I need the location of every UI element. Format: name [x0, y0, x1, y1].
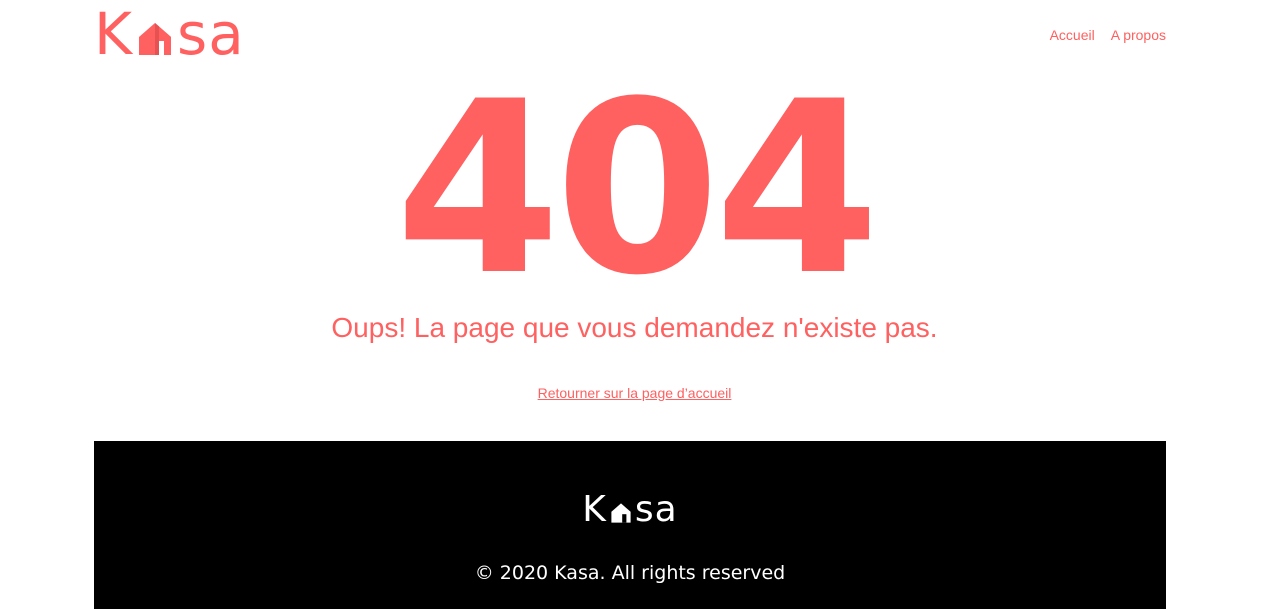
house-icon	[135, 19, 175, 59]
error-message: Oups! La page que vous demandez n'existe…	[331, 312, 938, 343]
kasa-logo[interactable]: K sa	[94, 4, 245, 64]
error-code: 404	[395, 51, 880, 328]
copyright-text: © 2020 Kasa. All rights reserved	[474, 562, 786, 584]
back-to-home-link[interactable]: Retourner sur la page d’accueil	[538, 385, 732, 401]
nav-link-accueil[interactable]: Accueil	[1050, 27, 1095, 43]
back-link-container: Retourner sur la page d’accueil	[0, 385, 1269, 401]
logo-letters-sa: sa	[177, 0, 245, 68]
footer-logo: K sa	[94, 485, 1166, 535]
page: K sa Accueil A propos 404 Oups! La page …	[0, 0, 1269, 609]
footer: K sa © 2020 Kasa. All rights reserved	[94, 441, 1166, 609]
logo-letter-k: K	[94, 0, 134, 68]
footer-house-icon	[609, 501, 633, 525]
error-content: 404 Oups! La page que vous demandez n'ex…	[0, 70, 1269, 441]
main-nav: Accueil A propos	[1050, 27, 1166, 43]
nav-link-a-propos[interactable]: A propos	[1111, 27, 1166, 43]
footer-logo-letter-k: K	[582, 489, 607, 530]
footer-logo-letters-sa: sa	[634, 489, 678, 530]
